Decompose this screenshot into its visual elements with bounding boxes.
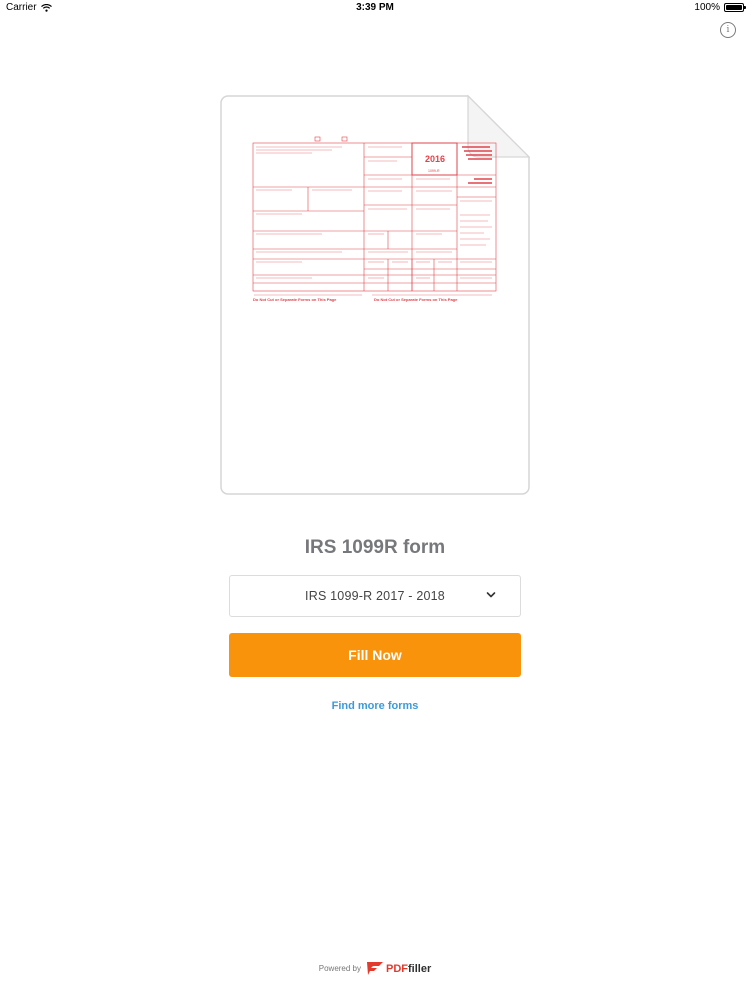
powered-by-text: Powered by <box>318 964 361 973</box>
form-footer-left: Do Not Cut or Separate Forms on This Pag… <box>253 297 337 302</box>
pdffiller-logo-text: PDFfiller <box>386 962 432 975</box>
battery-fill <box>726 5 742 10</box>
form-title: IRS 1099R form <box>304 537 446 558</box>
battery-icon <box>724 3 746 12</box>
info-icon: i <box>726 25 730 35</box>
pdffiller-logo-icon <box>367 962 383 975</box>
battery-percent: 100% <box>694 2 720 13</box>
document-preview[interactable]: 2016 1099-R Do Not Cut or Separate Forms… <box>220 95 530 495</box>
form-year: 2016 <box>425 154 445 164</box>
status-time: 3:39 PM <box>356 2 394 13</box>
form-version-label: IRS 1099-R 2017 - 2018 <box>305 589 445 603</box>
pdffiller-logo: PDFfiller <box>367 962 431 975</box>
powered-by-footer: Powered by PDFfiller <box>0 962 750 975</box>
status-bar: Carrier 3:39 PM 100% <box>0 0 750 16</box>
form-footer-right: Do Not Cut or Separate Forms on This Pag… <box>374 297 458 302</box>
fill-now-label: Fill Now <box>348 647 402 663</box>
find-more-forms-link[interactable]: Find more forms <box>0 700 750 712</box>
find-more-forms-label: Find more forms <box>331 700 419 712</box>
info-button[interactable]: i <box>720 22 736 38</box>
chevron-down-icon <box>486 592 496 598</box>
form-thumb-name: 1099-R <box>428 169 440 173</box>
form-thumbnail: 2016 1099-R Do Not Cut or Separate Forms… <box>252 135 497 305</box>
form-version-dropdown[interactable]: IRS 1099-R 2017 - 2018 <box>229 575 521 617</box>
fill-now-button[interactable]: Fill Now <box>229 633 521 677</box>
